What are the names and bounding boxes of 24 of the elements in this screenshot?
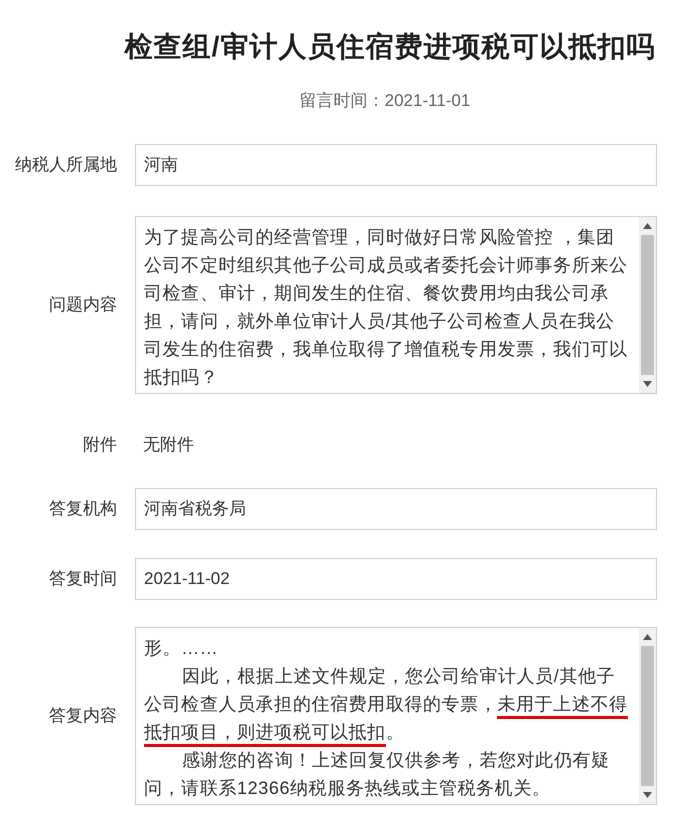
scroll-up-icon[interactable]	[643, 634, 652, 640]
scroll-up-icon[interactable]	[643, 222, 652, 228]
field-value: 无附件	[142, 434, 194, 456]
field-label: 答复机构	[48, 498, 118, 520]
message-time: 留言时间：2021-11-01	[300, 90, 470, 112]
input-field[interactable]: 河南省税务局	[135, 488, 657, 530]
scroll-down-icon[interactable]	[643, 380, 652, 386]
input-field[interactable]: 河南	[135, 144, 657, 186]
text-paragraph: 感谢您的咨询！上述回复仅供参考，若您对此仍有疑问，请联系12366纳税服务热线或主管税务机关。	[144, 748, 611, 800]
field-label: 附件	[82, 434, 118, 456]
field-label: 答复内容	[48, 704, 118, 727]
scrollbar[interactable]	[639, 628, 656, 804]
scrollbar-thumb[interactable]	[641, 234, 654, 374]
field-label: 纳税人所属地	[14, 154, 118, 176]
scroll-down-icon[interactable]	[643, 792, 652, 798]
text-area[interactable]: 形。…… 因此，根据上述文件规定，您公司给审计人员/其他子公司检查人员承担的住宿费用取得的专票，未用于上述不得抵扣项目，则进项税可以抵扣。 感谢您的咨询！上述回复仅供参考，若您对此仍有疑问，请联系12366纳税服务热线或主管税务机关。	[135, 626, 657, 804]
input-field[interactable]: 2021-11-02	[135, 558, 657, 600]
text-paragraph: 形。……	[144, 636, 220, 660]
field-label: 答复时间	[48, 568, 118, 590]
field-label: 问题内容	[48, 294, 118, 316]
text-paragraph: 因此，根据上述文件规定，您公司给审计人员/其他子公司检查人员承担的住宿费用取得的专票，未用于上述不得抵扣项目，则进项税可以抵扣。	[144, 662, 631, 746]
scrollbar[interactable]	[639, 216, 656, 392]
scrollbar-thumb[interactable]	[641, 646, 654, 786]
page-title: 检查组/审计人员住宿费进项税可以抵扣吗	[124, 30, 656, 64]
